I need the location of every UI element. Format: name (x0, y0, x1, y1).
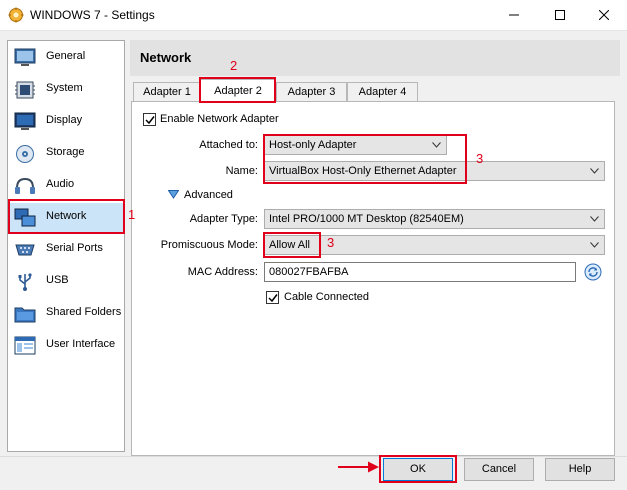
page-title: Network (140, 50, 192, 65)
audio-icon (15, 177, 35, 194)
arrow-right-icon (338, 461, 379, 473)
sidebar-item-serial-ports[interactable]: Serial Ports (9, 235, 123, 265)
cable-connected-label: Cable Connected (284, 291, 370, 303)
annotation-label-1: 1 (128, 207, 136, 222)
enable-adapter-checkbox[interactable] (143, 113, 156, 126)
network-icon (14, 208, 36, 227)
sidebar-item-usb[interactable]: USB (9, 267, 123, 297)
sidebar-item-general[interactable]: General (9, 43, 123, 73)
chevron-down-icon (590, 168, 599, 174)
sidebar-item-label: Shared Folders (46, 306, 122, 318)
sidebar-item-label: Network (46, 210, 87, 222)
usb-icon (18, 273, 32, 291)
sidebar-item-label: Storage (46, 146, 85, 158)
expand-triangle-icon[interactable] (168, 190, 179, 199)
sidebar-item-label: System (46, 82, 83, 94)
mac-address-label: MAC Address: (187, 266, 258, 278)
cancel-button[interactable]: Cancel (464, 458, 534, 481)
tab-adapter-1[interactable]: Adapter 1 (133, 82, 201, 101)
close-icon (599, 10, 609, 20)
maximize-button[interactable] (537, 0, 583, 30)
enable-adapter-label: Enable Network Adapter (160, 113, 279, 125)
settings-sidebar: General System Display Storage Audio Net… (7, 40, 125, 452)
system-icon (15, 81, 35, 99)
maximize-icon (555, 10, 565, 20)
sidebar-item-shared-folders[interactable]: Shared Folders (9, 299, 123, 329)
advanced-toggle[interactable]: Advanced (184, 189, 233, 201)
promiscuous-mode-value: Allow All (269, 239, 310, 251)
sidebar-item-label: USB (46, 274, 69, 286)
sidebar-item-storage[interactable]: Storage (9, 139, 123, 169)
refresh-mac-icon[interactable] (584, 263, 602, 281)
virtualbox-gear-icon (8, 7, 24, 23)
page-header: Network (130, 40, 620, 76)
title-bar: WINDOWS 7 - Settings (0, 0, 627, 31)
minimize-icon (509, 14, 519, 16)
minimize-button[interactable] (491, 0, 537, 30)
sidebar-item-network[interactable]: Network (9, 203, 123, 233)
display-icon (14, 112, 36, 130)
cable-connected-checkbox[interactable] (266, 291, 279, 304)
chevron-down-icon (432, 142, 441, 148)
attached-to-label: Attached to: (199, 139, 258, 151)
sidebar-item-label: Display (46, 114, 83, 126)
sidebar-item-user-interface[interactable]: User Interface (9, 331, 123, 361)
annotation-label-3b: 3 (327, 235, 335, 250)
name-value: VirtualBox Host-Only Ethernet Adapter (269, 165, 457, 177)
adapter-type-value: Intel PRO/1000 MT Desktop (82540EM) (269, 213, 464, 225)
promiscuous-mode-label: Promiscuous Mode: (160, 239, 258, 251)
shared-folders-icon (14, 307, 36, 323)
help-button[interactable]: Help (545, 458, 615, 481)
sidebar-item-system[interactable]: System (9, 75, 123, 105)
tab-adapter-4[interactable]: Adapter 4 (347, 82, 418, 101)
sidebar-item-label: User Interface (46, 338, 116, 350)
sidebar-item-audio[interactable]: Audio (9, 171, 123, 201)
annotation-label-3: 3 (476, 151, 484, 166)
adapter-type-select[interactable]: Intel PRO/1000 MT Desktop (82540EM) (264, 209, 605, 229)
serial-ports-icon (15, 244, 35, 256)
sidebar-item-display[interactable]: Display (9, 107, 123, 137)
attached-to-value: Host-only Adapter (269, 139, 357, 151)
adapter-type-label: Adapter Type: (189, 213, 258, 225)
storage-icon (16, 145, 34, 163)
checkmark-icon (268, 294, 278, 303)
chevron-down-icon (590, 242, 599, 248)
annotation-label-2: 2 (230, 58, 238, 73)
chevron-down-icon (590, 216, 599, 222)
name-select[interactable]: VirtualBox Host-Only Ethernet Adapter (264, 161, 605, 181)
sidebar-item-label: Audio (46, 178, 75, 190)
sidebar-item-label: General (46, 50, 86, 62)
close-button[interactable] (581, 0, 627, 30)
tab-adapter-2[interactable]: Adapter 2 (200, 79, 276, 102)
user-interface-icon (14, 336, 36, 355)
name-label: Name: (225, 165, 258, 177)
mac-address-input[interactable]: 080027FBAFBA (264, 262, 576, 282)
window-title: WINDOWS 7 - Settings (30, 8, 155, 22)
promiscuous-mode-select[interactable]: Allow All (264, 235, 605, 255)
footer-divider (0, 456, 627, 457)
ok-button[interactable]: OK (383, 458, 453, 481)
general-icon (14, 48, 36, 66)
checkmark-icon (145, 116, 155, 125)
attached-to-select[interactable]: Host-only Adapter (264, 135, 447, 155)
sidebar-item-label: Serial Ports (46, 242, 103, 254)
tab-adapter-3[interactable]: Adapter 3 (276, 82, 347, 101)
